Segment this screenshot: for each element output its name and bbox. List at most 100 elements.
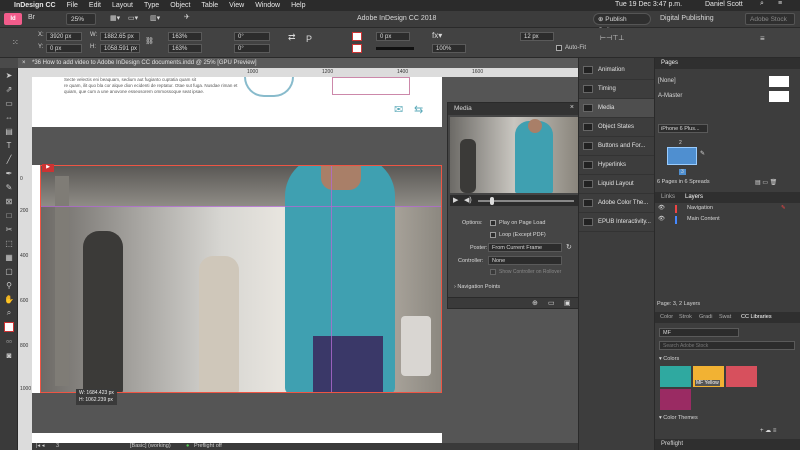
user-name[interactable]: Daniel Scott (705, 1, 743, 8)
tab-layers[interactable]: Layers (685, 194, 703, 200)
selection-tool-icon[interactable]: ➤ (0, 68, 18, 82)
frame-type-icon[interactable]: P (306, 34, 312, 44)
fill-swatch[interactable] (352, 32, 362, 41)
scale-y-field[interactable]: 163% (168, 44, 202, 53)
send-icon[interactable]: ✈ (184, 13, 190, 21)
panel-menu-icon[interactable]: ≡ (760, 34, 765, 43)
view-options-icon[interactable]: ▦▾ (110, 14, 120, 22)
close-tab-icon[interactable]: × (22, 58, 26, 68)
fill-stroke-icon[interactable] (0, 320, 18, 334)
side-item-object-states[interactable]: Object States (579, 118, 654, 137)
normal-mode-icon[interactable]: ◙ (0, 348, 18, 362)
menu-help[interactable]: Help (291, 2, 305, 9)
zoom-tool-icon[interactable]: ⌕ (0, 306, 18, 320)
menu-window[interactable]: Window (255, 2, 280, 9)
page-number-field[interactable]: 3 (56, 443, 59, 450)
rectangle-frame-tool-icon[interactable]: ⊠ (0, 194, 18, 208)
page-tool-icon[interactable]: ▭ (0, 96, 18, 110)
loop-checkbox[interactable] (490, 232, 496, 238)
arrange-documents-icon[interactable]: ▥▾ (150, 14, 160, 22)
hand-tool-icon[interactable]: ✋ (0, 292, 18, 306)
tab-gradient[interactable]: Gradi (699, 312, 712, 323)
swatch-red[interactable] (726, 366, 757, 387)
constrain-proportions-icon[interactable]: ⛓ (145, 37, 154, 45)
menu-layout[interactable]: Layout (112, 2, 133, 9)
poster-select[interactable]: From Current Frame (488, 243, 562, 252)
note-tool-icon[interactable]: ▢ (0, 264, 18, 278)
eyedropper-tool-icon[interactable]: ⚲ (0, 278, 18, 292)
globe-icon[interactable]: ⊕ (532, 299, 538, 307)
library-select[interactable]: MF (659, 328, 739, 337)
color-themes-section[interactable]: ▾ Color Themes (659, 415, 698, 421)
tab-swatches[interactable]: Swat (719, 312, 731, 323)
menu-edit[interactable]: Edit (89, 2, 101, 9)
side-item-buttons-forms[interactable]: Buttons and For... (579, 137, 654, 156)
layer-row[interactable]: 👁 Main Content (655, 216, 800, 226)
menu-table[interactable]: Table (201, 2, 218, 9)
content-collector-icon[interactable]: ▤ (0, 124, 18, 138)
play-on-load-checkbox[interactable] (490, 220, 496, 226)
menu-list-icon[interactable]: ≡ (778, 0, 782, 7)
menu-view[interactable]: View (229, 2, 244, 9)
auto-fit-checkbox[interactable] (556, 45, 562, 51)
apply-color-icon[interactable]: ▫▫ (0, 334, 18, 348)
rotation-field[interactable]: 0° (234, 32, 270, 41)
preflight-status[interactable]: Preflight off (194, 443, 222, 450)
swatch-plum[interactable] (660, 389, 691, 410)
video-frame[interactable] (40, 165, 442, 393)
a-master[interactable]: A-Master (658, 93, 682, 99)
rectangle-tool-icon[interactable]: □ (0, 208, 18, 222)
workspace-switcher[interactable]: Digital Publishing (660, 15, 714, 22)
side-item-hyperlinks[interactable]: Hyperlinks (579, 156, 654, 175)
visibility-icon[interactable]: 👁 (658, 216, 665, 222)
tab-color[interactable]: Color (660, 312, 673, 323)
place-video-icon[interactable]: ▣ (564, 299, 571, 307)
layer-row[interactable]: 👁 Navigation ✎ (655, 205, 800, 215)
tab-stroke[interactable]: Strok (679, 312, 692, 323)
none-master[interactable]: [None] (658, 78, 676, 84)
cc-footer-icons[interactable]: + ☁ ≡ (760, 427, 776, 434)
side-item-liquid-layout[interactable]: Liquid Layout (579, 175, 654, 194)
tab-links[interactable]: Links (661, 194, 675, 200)
bridge-icon[interactable]: Br (28, 14, 35, 21)
swatch-teal[interactable] (660, 366, 691, 387)
working-style[interactable]: [Basic] (working) (130, 443, 171, 450)
screen-mode-icon[interactable]: ▭▾ (128, 14, 138, 22)
refresh-icon[interactable]: ↻ (566, 243, 572, 251)
side-item-timing[interactable]: Timing (579, 80, 654, 99)
side-item-adobe-color[interactable]: Adobe Color The... (579, 194, 654, 213)
opacity-field[interactable]: 100% (432, 44, 466, 53)
mail-icon[interactable]: ✉ (394, 103, 403, 116)
play-icon[interactable]: ▶ (453, 196, 458, 204)
reference-point-icon[interactable]: ⁙ (12, 38, 19, 47)
type-tool-icon[interactable]: T (0, 138, 18, 152)
first-page-icon[interactable]: |◂ ◂ (36, 443, 44, 450)
line-tool-icon[interactable]: ╱ (0, 152, 18, 166)
show-controller-checkbox[interactable] (490, 269, 496, 275)
document-tab[interactable]: × *36 How to add video to Adobe InDesign… (18, 58, 578, 68)
scissors-tool-icon[interactable]: ✂ (0, 222, 18, 236)
menu-app[interactable]: InDesign CC (14, 2, 56, 9)
side-item-epub[interactable]: EPUB Interactivity... (579, 213, 654, 232)
vertical-ruler[interactable]: 0 200 400 600 800 1000 (18, 68, 32, 450)
scale-x-field[interactable]: 163% (168, 32, 202, 41)
gap-tool-icon[interactable]: ⇔ (0, 110, 18, 124)
gradient-tool-icon[interactable]: ▦ (0, 250, 18, 264)
visibility-icon[interactable]: 👁 (658, 205, 665, 211)
direct-selection-tool-icon[interactable]: ⇗ (0, 82, 18, 96)
page-current[interactable]: ▶ (32, 164, 442, 393)
page-previous[interactable]: Secte velectis eni beaquam, sedium aut f… (32, 77, 442, 127)
x-field[interactable]: 3920 px (46, 32, 82, 41)
preflight-panel-title[interactable]: Preflight (655, 439, 800, 450)
adobe-stock-search[interactable]: Adobe Stock (745, 13, 795, 25)
side-item-animation[interactable]: Animation (579, 61, 654, 80)
a-master-thumb[interactable] (769, 91, 789, 102)
page-thumb[interactable] (667, 147, 697, 165)
menu-type[interactable]: Type (144, 2, 159, 9)
text-frame[interactable] (332, 77, 410, 95)
device-select[interactable]: iPhone 6 Plus... (658, 124, 708, 133)
w-field[interactable]: 1882.65 px (100, 32, 140, 41)
none-master-thumb[interactable] (769, 76, 789, 87)
stroke-swatch[interactable] (352, 44, 362, 53)
stock-search-input[interactable]: Search Adobe Stock (659, 341, 795, 350)
